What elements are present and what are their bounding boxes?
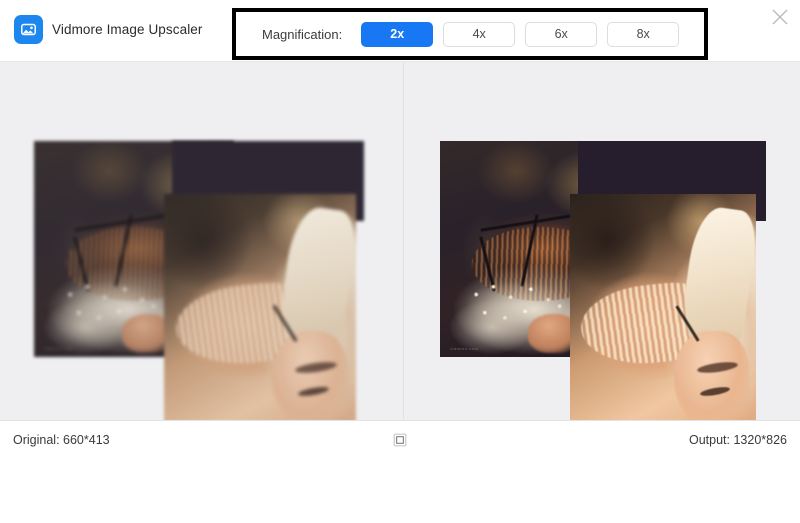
- brand: Vidmore Image Upscaler: [14, 15, 203, 44]
- output-size-label: Output: 1320*826: [689, 432, 787, 447]
- close-x-icon[interactable]: [766, 3, 794, 31]
- magnification-option-2x[interactable]: 2x: [361, 21, 434, 47]
- original-size-label: Original: 660*413: [13, 432, 110, 447]
- upscaled-preview[interactable]: vidmore.com: [404, 62, 800, 420]
- original-preview[interactable]: vidmore.com: [0, 62, 403, 420]
- status-bar: Original: 660*413 Output: 1320*826: [0, 420, 800, 458]
- image-upscaler-window: Vidmore Image Upscaler Magnification: 2x…: [0, 0, 800, 523]
- magnification-option-6x[interactable]: 6x: [525, 21, 598, 47]
- photo-watermark: vidmore.com: [450, 345, 479, 351]
- face-detail: [271, 330, 349, 420]
- footer-bar: New Image Save: [0, 458, 800, 523]
- face-detail: [674, 330, 749, 420]
- magnification-option-8x[interactable]: 8x: [607, 21, 680, 47]
- magnification-highlight-box: Magnification: 2x 4x 6x 8x: [232, 8, 708, 60]
- preview-stage: vidmore.com vidmore.com: [0, 62, 800, 420]
- app-header: Vidmore Image Upscaler Magnification: 2x…: [0, 0, 800, 62]
- app-title: Vidmore Image Upscaler: [52, 22, 203, 37]
- preview-photo-front: [164, 194, 356, 420]
- magnification-option-4x[interactable]: 4x: [443, 21, 516, 47]
- magnification-label: Magnification:: [262, 26, 343, 42]
- image-photo-icon: [14, 15, 43, 44]
- photo-watermark: vidmore.com: [44, 345, 73, 351]
- compare-square-icon[interactable]: [392, 432, 408, 448]
- preview-photo-front: [570, 194, 756, 420]
- magnification-row: Magnification: 2x 4x 6x 8x: [236, 12, 704, 56]
